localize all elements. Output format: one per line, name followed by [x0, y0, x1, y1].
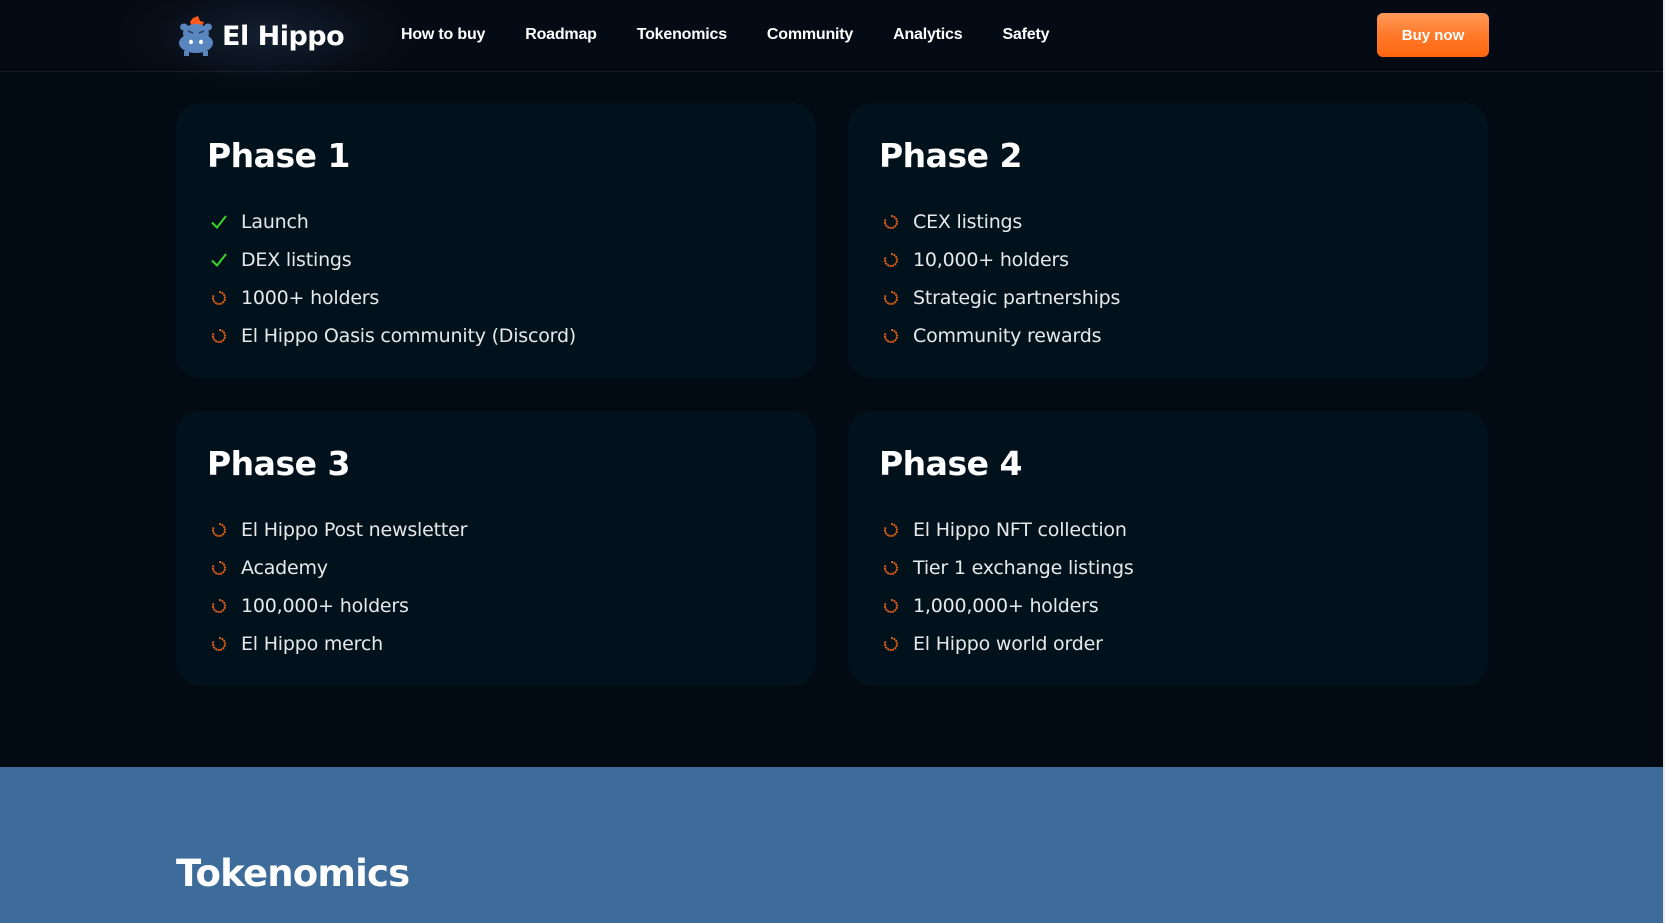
spinner-icon [209, 634, 229, 654]
check-icon [209, 212, 229, 232]
roadmap-item: El Hippo world order [881, 625, 1134, 663]
roadmap-item-label: 1000+ holders [241, 287, 380, 309]
phase-title: Phase 2 [879, 136, 1022, 175]
nav-roadmap[interactable]: Roadmap [525, 26, 597, 44]
roadmap-item: El Hippo NFT collection [881, 511, 1134, 549]
roadmap-item-label: Community rewards [913, 325, 1102, 347]
roadmap-item: El Hippo Oasis community (Discord) [209, 317, 576, 355]
roadmap-item-label: Academy [241, 557, 328, 579]
brand-logo-link[interactable]: El Hippo [176, 14, 345, 58]
roadmap-item-label: El Hippo Oasis community (Discord) [241, 325, 577, 347]
nav-tokenomics[interactable]: Tokenomics [637, 26, 727, 44]
tokenomics-title: Tokenomics [176, 852, 410, 895]
main-nav: How to buy Roadmap Tokenomics Community … [401, 0, 1089, 70]
roadmap-item-label: 10,000+ holders [913, 249, 1069, 271]
roadmap-item: DEX listings [209, 241, 576, 279]
roadmap-item-label: Strategic partnerships [913, 287, 1121, 309]
spinner-icon [209, 326, 229, 346]
roadmap-item: 100,000+ holders [209, 587, 467, 625]
brand-name: El Hippo [222, 20, 345, 52]
hippo-mascot-icon [179, 16, 213, 56]
spinner-icon [209, 288, 229, 308]
phase-items: CEX listings 10,000+ holders Strategic par… [881, 203, 1120, 355]
spinner-icon [881, 558, 901, 578]
check-icon [209, 250, 229, 270]
roadmap-item-label: El Hippo merch [241, 633, 383, 655]
nav-how-to-buy[interactable]: How to buy [401, 26, 485, 44]
spinner-icon [209, 558, 229, 578]
roadmap-item-label: 1,000,000+ holders [913, 595, 1099, 617]
roadmap-item-label: El Hippo world order [913, 633, 1103, 655]
roadmap-item-label: Tier 1 exchange listings [913, 557, 1134, 579]
phase-card-2: Phase 2 CEX listings 10,000+ holders Strat… [848, 103, 1488, 378]
roadmap-item-label: Launch [241, 211, 309, 233]
roadmap-item-label: 100,000+ holders [241, 595, 409, 617]
spinner-icon [209, 520, 229, 540]
phase-title: Phase 3 [207, 444, 350, 483]
spinner-icon [881, 212, 901, 232]
phase-card-1: Phase 1 Launch DEX listings 1000+ holders E… [176, 103, 816, 378]
spinner-icon [881, 326, 901, 346]
roadmap-item-label: El Hippo Post newsletter [241, 519, 468, 541]
roadmap-item: Tier 1 exchange listings [881, 549, 1134, 587]
roadmap-item: Strategic partnerships [881, 279, 1120, 317]
roadmap-item: Academy [209, 549, 467, 587]
spinner-icon [881, 288, 901, 308]
nav-analytics[interactable]: Analytics [893, 26, 963, 44]
phase-card-3: Phase 3 El Hippo Post newsletter Academy 1… [176, 411, 816, 686]
spinner-icon [881, 520, 901, 540]
nav-community[interactable]: Community [767, 26, 853, 44]
roadmap-item-label: CEX listings [913, 211, 1023, 233]
nav-safety[interactable]: Safety [1002, 26, 1049, 44]
spinner-icon [881, 634, 901, 654]
roadmap-item: El Hippo merch [209, 625, 467, 663]
roadmap-item: Community rewards [881, 317, 1120, 355]
phase-title: Phase 4 [879, 444, 1022, 483]
phase-items: El Hippo NFT collection Tier 1 exchange l… [881, 511, 1134, 663]
roadmap-item: El Hippo Post newsletter [209, 511, 467, 549]
phase-items: El Hippo Post newsletter Academy 100,000+ … [209, 511, 467, 663]
phase-title: Phase 1 [207, 136, 350, 175]
roadmap-item: 1,000,000+ holders [881, 587, 1134, 625]
phase-items: Launch DEX listings 1000+ holders El Hippo … [209, 203, 576, 355]
tokenomics-section: Tokenomics [0, 767, 1665, 923]
roadmap-item: Launch [209, 203, 576, 241]
roadmap-item: 10,000+ holders [881, 241, 1120, 279]
roadmap-item: 1000+ holders [209, 279, 576, 317]
roadmap-item: CEX listings [881, 203, 1120, 241]
roadmap-item-label: DEX listings [241, 249, 352, 271]
spinner-icon [881, 596, 901, 616]
spinner-icon [881, 250, 901, 270]
site-header: El Hippo How to buy Roadmap Tokenomics C… [0, 0, 1665, 90]
spinner-icon [209, 596, 229, 616]
roadmap-item-label: El Hippo NFT collection [913, 519, 1127, 541]
phase-card-4: Phase 4 El Hippo NFT collection Tier 1 ex… [848, 411, 1488, 686]
buy-now-button[interactable]: Buy now [1377, 13, 1489, 57]
